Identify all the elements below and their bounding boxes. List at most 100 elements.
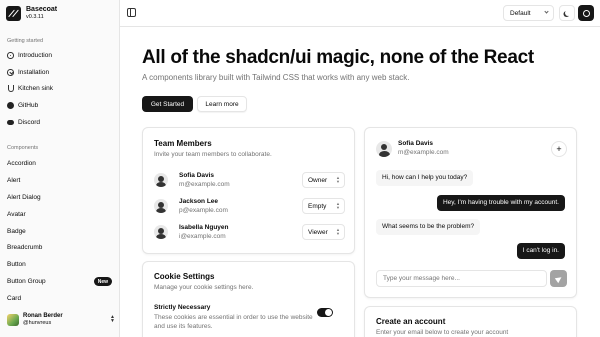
create-account-title: Create an account [376,317,446,326]
user-name: Ronan Berder [23,313,63,319]
sidebar-item-label: Installation [18,69,50,76]
github-icon [7,102,14,109]
sidebar-item-label: Button [7,261,26,268]
basecoat-logo-icon [6,6,21,21]
top-bar: Default [120,0,600,27]
add-contact-button[interactable]: + [551,141,567,157]
chat-contact-email: m@example.com [398,149,449,156]
sidebar-item-label: Card [7,295,22,302]
theme-select[interactable]: Default [503,5,554,21]
get-started-button[interactable]: Get Started [142,96,193,112]
avatar [7,314,19,326]
discord-icon [7,119,14,126]
sidebar-item-label: Avatar [7,211,26,218]
sidebar-item-label: Alert [7,177,21,184]
sidebar-item-label: Alert Dialog [7,194,41,201]
team-members-card: Team Members Invite your team members to… [142,127,355,254]
member-name: Isabella Nguyen [179,224,229,231]
dark-mode-button[interactable] [559,5,575,21]
new-badge: New [93,277,112,286]
sidebar-item-kitchen-sink[interactable]: Kitchen sink [4,82,116,95]
member-name: Sofia Davis [179,172,215,179]
sidebar-item-label: Discord [18,119,41,126]
sidebar-item-introduction[interactable]: Introduction [4,49,116,62]
sidebar-item-label: Button Group [7,278,46,285]
brand[interactable]: Basecoat v0.3.11 [6,6,57,21]
member-name: Jackson Lee [179,198,219,205]
sidebar-item-button-group[interactable]: Button Group New [4,275,116,288]
sidebar-item-button[interactable]: Button [4,258,116,271]
chat-message: Hi, how can I help you today? [376,170,474,186]
sidebar-item-accordion[interactable]: Accordion [4,157,116,170]
cookie-setting-title: Strictly Necessary [154,304,211,311]
cookie-settings-card: Cookie Settings Manage your cookie setti… [142,261,355,337]
list-item: Sofia Davis m@example.com Owner ▲ ▼ [154,171,345,189]
page-subtitle: A components library built with Tailwind… [142,73,410,82]
sidebar-item-installation[interactable]: Installation [4,66,116,79]
cookie-setting-description-2: and use its features. [154,323,213,330]
member-email: i@example.com [179,233,226,240]
chat-message: What seems to be the problem? [376,219,481,235]
send-icon [554,274,563,283]
theme-select-value: Default [510,9,531,17]
strictly-necessary-toggle[interactable] [317,308,333,317]
user-handle: @hunvreus [23,320,52,326]
avatar [154,173,168,187]
components-label: Components [7,145,39,151]
cookie-setting-description: These cookies are essential in order to … [154,314,313,321]
chevrons-up-down-icon: ▲ ▼ [110,314,115,324]
circle-dot-icon [7,52,14,59]
chevrons-up-down-icon: ▲ ▼ [336,175,340,184]
sidebar-item-alert[interactable]: Alert [4,174,116,187]
cookie-settings-title: Cookie Settings [154,272,215,281]
chevrons-up-down-icon: ▲ ▼ [336,201,340,210]
sidebar-item-label: Kitchen sink [18,85,54,92]
learn-more-button[interactable]: Learn more [197,96,247,112]
brand-name: Basecoat [26,6,58,13]
member-email: m@example.com [179,181,230,188]
sidebar-item-label: Badge [7,228,26,235]
team-members-title: Team Members [154,139,212,148]
create-account-description: Enter your email below to create your ac… [376,329,509,336]
member-email: p@example.com [179,207,228,214]
flask-icon [7,85,14,92]
sidebar: Basecoat v0.3.11 Getting started Introdu… [0,0,120,337]
role-select-value: Empty [308,202,327,210]
sidebar-toggle-icon[interactable] [127,8,136,17]
chat-message: Hey, I'm having trouble with my account. [436,195,565,211]
user-menu[interactable]: Ronan Berder @hunvreus ▲ ▼ [7,313,115,327]
chat-card: Sofia Davis m@example.com + Hi, how can … [364,127,577,298]
download-icon [7,69,14,76]
sidebar-item-label: Accordion [7,160,36,167]
chat-contact-name: Sofia Davis [398,140,434,147]
send-button[interactable] [550,270,567,287]
sidebar-item-breadcrumb[interactable]: Breadcrumb [4,241,116,254]
list-item: Isabella Nguyen i@example.com Viewer ▲ ▼ [154,223,345,241]
role-select[interactable]: Owner ▲ ▼ [302,172,345,188]
github-button[interactable] [578,5,594,21]
chevron-down-icon [544,9,549,14]
sidebar-item-avatar[interactable]: Avatar [4,208,116,221]
avatar [376,141,392,157]
message-input[interactable] [376,270,547,287]
moon-icon [565,10,571,16]
getting-started-label: Getting started [7,38,44,44]
role-select[interactable]: Viewer ▲ ▼ [302,224,345,240]
team-members-description: Invite your team members to collaborate. [154,151,272,158]
sidebar-item-badge[interactable]: Badge [4,225,116,238]
sidebar-item-alert-dialog[interactable]: Alert Dialog [4,191,116,204]
sidebar-item-card[interactable]: Card [4,292,116,305]
role-select[interactable]: Empty ▲ ▼ [302,198,345,214]
avatar [154,199,168,213]
cookie-settings-description: Manage your cookie settings here. [154,284,254,291]
list-item: Jackson Lee p@example.com Empty ▲ ▼ [154,197,345,215]
github-icon [582,9,590,17]
sidebar-item-label: GitHub [18,102,39,109]
avatar [154,225,168,239]
sidebar-item-discord[interactable]: Discord [4,116,116,129]
role-select-value: Viewer [308,228,328,236]
sidebar-item-github[interactable]: GitHub [4,99,116,112]
page-title: All of the shadcn/ui magic, none of the … [142,47,534,68]
chat-message: I can't log in. [516,243,565,259]
chevrons-up-down-icon: ▲ ▼ [336,227,340,236]
